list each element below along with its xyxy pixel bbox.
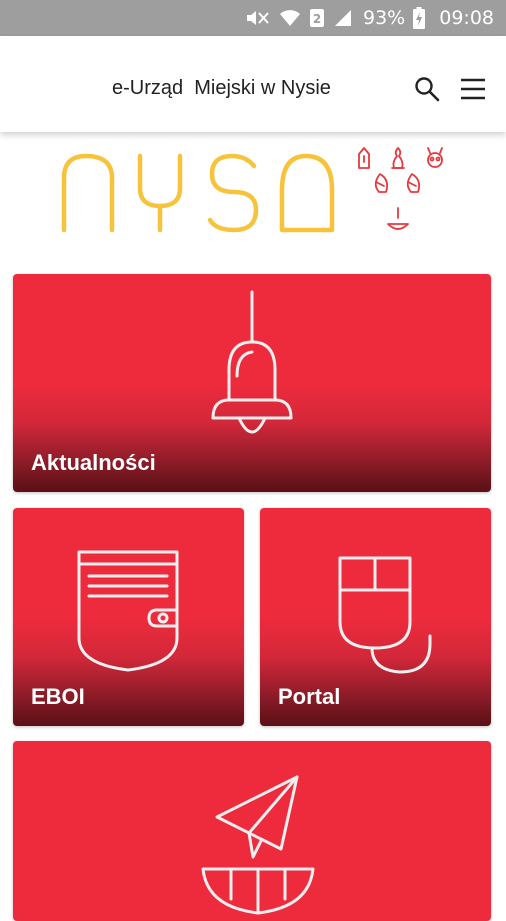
tile-label-portal: Portal: [278, 684, 341, 709]
svg-text:2: 2: [313, 12, 321, 26]
signal-icon: [335, 10, 351, 26]
app-title: e-Urząd Miejski w Nysie: [112, 77, 331, 99]
tile-message[interactable]: [13, 741, 491, 921]
mute-icon: [247, 11, 269, 25]
battery-charging-icon: [413, 7, 426, 29]
battery-percent: 93%: [363, 7, 406, 29]
computer-mouse-icon: [338, 556, 432, 674]
wifi-icon: [280, 10, 300, 26]
nysa-wordmark: [61, 147, 443, 233]
clock: 09:08: [439, 7, 494, 29]
tile-aktualnosci[interactable]: Aktualności: [13, 274, 491, 492]
wallet-icon: [77, 550, 179, 672]
app-bar: e-Urząd Miejski w Nysie: [0, 36, 506, 132]
search-icon[interactable]: [414, 76, 440, 102]
tile-eboi[interactable]: EBOI: [13, 508, 244, 726]
bell-icon: [211, 290, 293, 434]
nysa-logo: [0, 140, 506, 250]
paper-plane-icon: [201, 775, 315, 915]
tile-label-aktualnosci: Aktualności: [31, 450, 156, 475]
status-bar: 2 93% 09:08: [0, 0, 506, 36]
tile-label-eboi: EBOI: [31, 684, 85, 709]
sim-2-icon: 2: [310, 9, 324, 27]
tile-portal[interactable]: Portal: [260, 508, 491, 726]
menu-icon[interactable]: [460, 77, 486, 101]
